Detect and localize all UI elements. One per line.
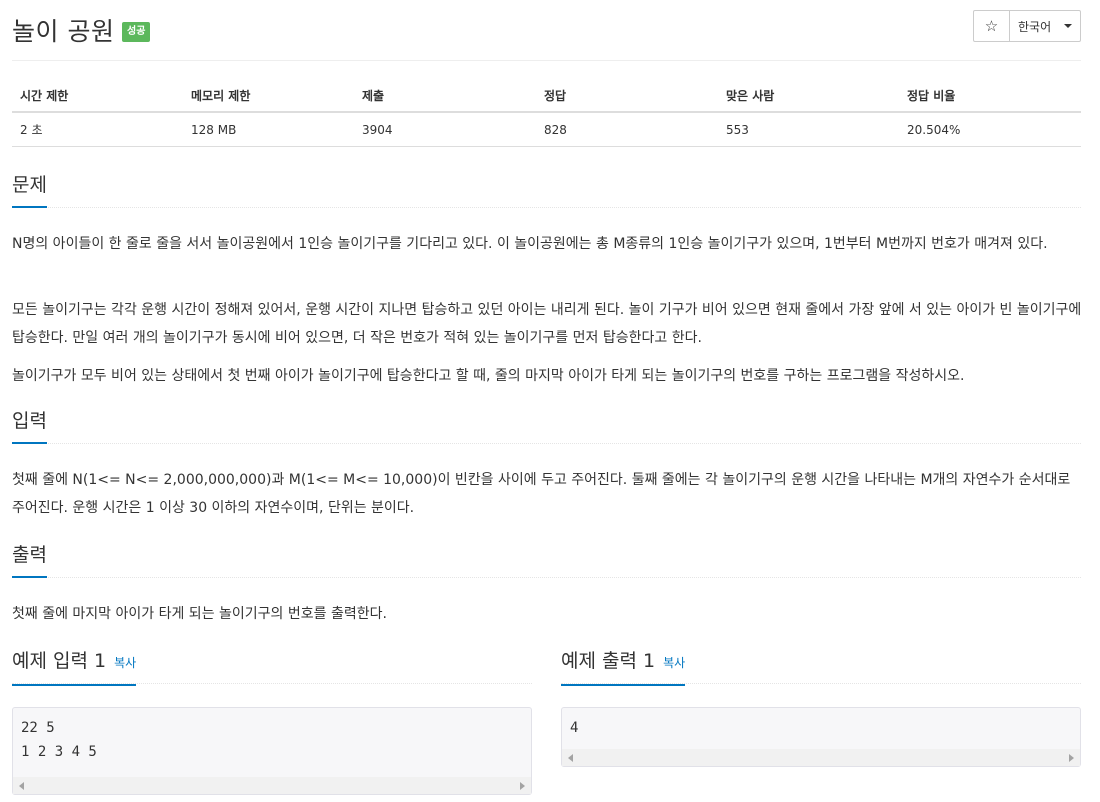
problem-paragraph-1: N명의 아이들이 한 줄로 줄을 서서 놀이공원에서 1인승 놀이기구를 기다리… [12, 236, 1048, 252]
info-header-time-limit: 시간 제한 [12, 80, 183, 113]
sample-input-content: 22 5 1 2 3 4 5 [21, 720, 97, 760]
info-value-time-limit: 2 초 [12, 112, 183, 147]
sample-input-title: 예제 입력 1 복사 [12, 648, 137, 686]
input-section-header: 입력 [12, 408, 1081, 444]
output-section-title: 출력 [12, 542, 47, 578]
sample-output-copy-button[interactable]: 복사 [663, 656, 685, 670]
sample-input-heading: 예제 입력 1 [12, 650, 107, 672]
info-header-accepted: 정답 [536, 80, 718, 113]
language-dropdown[interactable]: 한국어 [1010, 10, 1081, 42]
caret-down-icon [1064, 24, 1072, 28]
info-header-submissions: 제출 [354, 80, 536, 113]
sample-input-header: 예제 입력 1 복사 [12, 648, 532, 686]
output-section-header: 출력 [12, 542, 1081, 578]
problem-title: 놀이 공원 [12, 17, 115, 46]
problem-header: 놀이 공원 성공 ☆ 한국어 [12, 8, 1081, 48]
info-header-ratio: 정답 비율 [899, 80, 1081, 113]
sample-output-title: 예제 출력 1 복사 [561, 648, 686, 686]
info-value-solvers: 553 [718, 112, 899, 147]
info-header-memory-limit: 메모리 제한 [183, 80, 354, 113]
problem-section-header: 문제 [12, 172, 1081, 208]
sample-output-header: 예제 출력 1 복사 [561, 648, 1081, 686]
scroll-right-icon[interactable] [520, 782, 525, 790]
header-divider [12, 60, 1081, 61]
language-label: 한국어 [1018, 19, 1052, 34]
info-header-solvers: 맞은 사람 [718, 80, 899, 113]
favorite-button[interactable]: ☆ [973, 10, 1010, 42]
input-section-title: 입력 [12, 408, 47, 444]
scroll-left-icon[interactable] [568, 754, 573, 762]
sample-output-heading: 예제 출력 1 [561, 650, 656, 672]
star-icon: ☆ [984, 17, 999, 35]
sample-output-content: 4 [570, 720, 579, 736]
output-description: 첫째 줄에 마지막 아이가 타게 되는 놀이기구의 번호를 출력한다. [12, 606, 387, 622]
info-value-submissions: 3904 [354, 112, 536, 147]
info-value-accepted: 828 [536, 112, 718, 147]
sample-input-box: 22 5 1 2 3 4 5 [12, 707, 532, 795]
sample-input-scrollbar[interactable] [13, 777, 531, 794]
sample-output-box: 4 [561, 707, 1081, 767]
sample-output-scrollbar[interactable] [562, 749, 1080, 766]
status-badge: 성공 [122, 22, 151, 42]
problem-section-title: 문제 [12, 172, 47, 208]
sample-input-copy-button[interactable]: 복사 [114, 656, 136, 670]
input-description: 첫째 줄에 N(1<= N<= 2,000,000,000)과 M(1<= M<… [12, 472, 1071, 516]
scroll-left-icon[interactable] [19, 782, 24, 790]
header-button-group: ☆ 한국어 [973, 10, 1081, 42]
problem-info-table: 시간 제한 메모리 제한 제출 정답 맞은 사람 정답 비율 2 초 128 M… [12, 80, 1081, 147]
problem-paragraph-2: 모든 놀이기구는 각각 운행 시간이 정해져 있어서, 운행 시간이 지나면 탑… [12, 302, 1082, 346]
info-table-row: 2 초 128 MB 3904 828 553 20.504% [12, 112, 1081, 147]
info-table-header-row: 시간 제한 메모리 제한 제출 정답 맞은 사람 정답 비율 [12, 80, 1081, 113]
problem-paragraph-3: 놀이기구가 모두 비어 있는 상태에서 첫 번째 아이가 놀이기구에 탑승한다고… [12, 368, 965, 384]
scroll-right-icon[interactable] [1069, 754, 1074, 762]
info-value-memory-limit: 128 MB [183, 112, 354, 147]
info-value-ratio: 20.504% [899, 112, 1081, 147]
